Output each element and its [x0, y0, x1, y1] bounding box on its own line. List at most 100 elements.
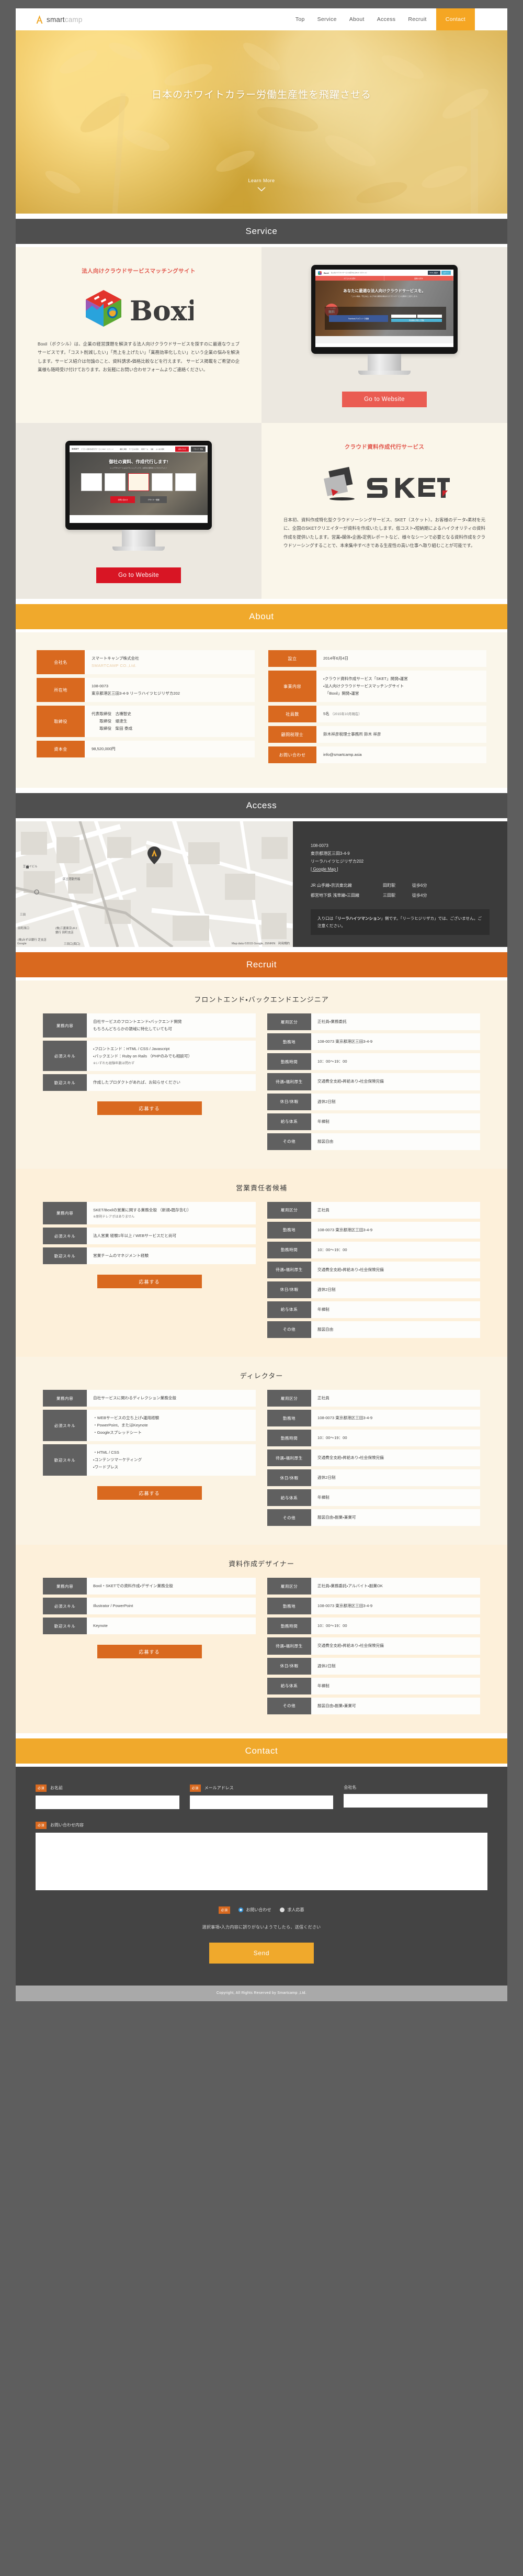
service-visual-sket: SKET クラウド資料作成代行サービス SKET（スケット） 機能と特徴 サービ… — [16, 423, 262, 599]
about-row-contact: お問い合わせ info@smartcamp.asia — [268, 746, 486, 764]
top-spacer — [0, 0, 523, 8]
about-column-left: 会社名 スマートキャンプ株式会社 SMARTCAMP CO.,Ltd. 所在地 … — [37, 650, 255, 767]
access-google-map-link[interactable]: [ Google Map ] — [311, 866, 490, 874]
apply-button[interactable]: 応募する — [97, 1645, 202, 1659]
access-section: 芝ダイビル 区立港勤労福 三田 田町西口 (株)三菱東京UFJ 銀行 田町支店 … — [16, 821, 507, 947]
boxil-screen-hero: あなたに最適な法人向けクラウドサービスを。 「コスト削減」「売上向上」など今ある… — [315, 281, 453, 336]
nav-item-service[interactable]: Service — [311, 8, 343, 30]
access-address-line1: 東京都港区三田3-4-9 — [311, 851, 350, 856]
boxil-logo-icon: Boxil — [86, 290, 194, 327]
job-row-required-skills: 必須スキル ・WEBサービスの立ち上げ・運用経験 ・PowerPoint、または… — [43, 1410, 256, 1442]
job-key: 歓迎スキル — [43, 1444, 87, 1476]
job-value: 自社サービスに関わるディレクション業務全般 — [87, 1389, 256, 1407]
required-badge: 必須 — [189, 1784, 201, 1792]
job-value: 週休2日制 — [311, 1093, 480, 1110]
job-key: その他 — [267, 1509, 311, 1526]
contact-label-text: メールアドレス — [204, 1786, 234, 1791]
svg-text:三田: 三田 — [20, 913, 26, 917]
nav-item-about[interactable]: About — [343, 8, 371, 30]
job-value: 108-0073 東京都港区三田3-4-9 — [311, 1410, 480, 1427]
message-textarea[interactable] — [36, 1832, 487, 1890]
hero-learn-more-label: Learn More — [248, 178, 275, 183]
contact-form: 必須 お名前 必須 メールアドレス 会社名 必須 お問い合わせ内容 必須 お問い… — [16, 1766, 507, 1986]
nav-item-contact[interactable]: Contact — [436, 8, 475, 30]
job-row-required-skills: 必須スキル 法人営業 経験1年以上 / WEBサービスだと尚可 — [43, 1228, 256, 1245]
about-key: 社員数 — [268, 706, 316, 723]
send-button[interactable]: Send — [209, 1942, 314, 1964]
boxil-screen-facebook-button: Facebookアカウントで登録 — [329, 315, 388, 322]
sket-screen-logo: SKET — [72, 448, 79, 450]
radio-button-icon[interactable] — [279, 1908, 285, 1913]
hero-title: 日本のホワイトカラー労働生産性を飛躍させる — [151, 90, 371, 101]
job-value: 正社員 — [311, 1201, 480, 1219]
company-input[interactable] — [344, 1793, 488, 1808]
main-nav: Top Service About Access Recruit Contact — [289, 8, 507, 30]
monitor-screen-sket: SKET クラウド資料作成代行サービス SKET（スケット） 機能と特徴 サービ… — [70, 445, 208, 523]
radio-option-inquiry[interactable]: お問い合わせ — [238, 1907, 271, 1913]
job-value: 服装自由・副業・兼業可 — [311, 1697, 480, 1714]
about-director-0: 代表取締役 古橋智史 — [92, 711, 131, 717]
job-value: SKET/Boxilの営業に関する業務全般 （新規・既存含む） ※原則テレアポは… — [87, 1201, 256, 1225]
name-input[interactable] — [36, 1795, 179, 1809]
email-input[interactable] — [189, 1795, 334, 1809]
job-line: ・コンテンツマーケティング — [93, 1457, 142, 1463]
job-note: ※原則テレアポはありません — [93, 1214, 135, 1219]
job-line: 自社サービスのフロントエンド・バックエンド開発 — [93, 1019, 182, 1024]
svg-text:芝ダイビル: 芝ダイビル — [23, 864, 38, 868]
nav-item-top[interactable]: Top — [289, 8, 311, 30]
boxil-mini-logo-icon — [318, 271, 322, 275]
job-value: ・フロントエンド：HTML / CSS / Javascript ・バックエンド… — [87, 1041, 256, 1071]
section-title-recruit: Recruit — [16, 952, 507, 978]
job-key: 歓迎スキル — [43, 1074, 87, 1091]
job-row-welcome-skills: 歓迎スキル 営業チームのマネジメント経験 — [43, 1247, 256, 1265]
job-key: 雇用区分 — [267, 1013, 311, 1031]
spacer-recruit-contact — [16, 1733, 507, 1738]
job-key: その他 — [267, 1133, 311, 1150]
boxil-screen-logo: Boxil — [324, 271, 329, 274]
service-text-boxil: 法人向けクラウドサービスマッチングサイト Boxi Boxil（ボクシル）は、企… — [16, 247, 262, 423]
job-row-duties: 業務内容 自社サービスのフロントエンド・バックエンド開発 もちろんどちらかの領域… — [43, 1013, 256, 1038]
apply-area: 応募する — [43, 1275, 256, 1289]
radio-button-icon[interactable] — [238, 1908, 243, 1913]
access-note-bold: リーラハイツマンション — [337, 916, 381, 921]
tent-logo-icon — [36, 15, 43, 24]
access-map[interactable]: 芝ダイビル 区立港勤労福 三田 田町西口 (株)三菱東京UFJ 銀行 田町支店 … — [16, 821, 293, 947]
section-title-service: Service — [16, 219, 507, 244]
job-column-right: 雇用区分 正社員・業務委託・アルバイト・副業OK 勤務地 108-0073 東京都港… — [267, 1578, 480, 1717]
hero-learn-more[interactable]: Learn More — [16, 178, 507, 192]
about-business-2: 「Boxil」開発・運営 — [323, 691, 359, 696]
nav-item-recruit[interactable]: Recruit — [402, 8, 433, 30]
service-visual-boxil: Boxil 法人向けクラウドサービスを探すならBoxil（ボクシル） Boxil… — [262, 247, 507, 423]
apply-button[interactable]: 応募する — [97, 1275, 202, 1289]
job-row-duties: 業務内容 Boxil・SKETでの資料作成・デザイン業務全般 — [43, 1578, 256, 1595]
about-business-0: ・クラウド資料作成サービス「SKET」開発・運営 — [323, 676, 408, 682]
job-title: フロントエンド・バックエンドエンジニア — [194, 996, 329, 1004]
map-terms[interactable]: Map data ©2015 Google, ZENRIN 利用規約 — [232, 941, 290, 945]
job-row-location: 勤務地 108-0073 東京都港区三田3-4-9 — [267, 1221, 480, 1239]
apply-button[interactable]: 応募する — [97, 1486, 202, 1500]
about-value: ・クラウド資料作成サービス「SKET」開発・運営 ・法人向けクラウドサービスマッ… — [316, 671, 486, 702]
go-to-website-button-sket[interactable]: Go to Website — [96, 567, 181, 583]
job-line: ・フロントエンド：HTML / CSS / Javascript — [93, 1046, 170, 1052]
radio-option-job-application[interactable]: 求人応募 — [279, 1907, 304, 1913]
access-route-1: 都営地下鉄 浅草線・三田線 三田駅 徒歩4分 — [311, 892, 490, 900]
nav-item-access[interactable]: Access — [371, 8, 402, 30]
monitor-screen-boxil: Boxil 法人向けクラウドサービスを探すならBoxil（ボクシル） Boxil… — [315, 270, 453, 347]
contact-submit-hint: 選択事項・入力内容に誤りがないようでしたら、送信ください — [202, 1924, 321, 1930]
about-value: 2014年6月4日 — [316, 650, 486, 667]
job-key: その他 — [267, 1697, 311, 1714]
apply-button[interactable]: 応募する — [97, 1101, 202, 1116]
about-row-directors: 取締役 代表取締役 古橋智史 取締役 堤達生 取締役 柴田 泰成 — [37, 706, 255, 738]
about-address: 東京都港区三田3-4-9 リーラハイツヒジリザカ202 — [92, 691, 180, 696]
job-value: 108-0073 東京都港区三田3-4-9 — [311, 1033, 480, 1051]
job-key: 勤務時間 — [267, 1430, 311, 1447]
job-key: 雇用区分 — [267, 1201, 311, 1219]
site-logo[interactable]: smartcamp — [16, 8, 83, 30]
go-to-website-button-boxil[interactable]: Go to Website — [342, 392, 427, 407]
job-line: ・バックエンド：Ruby on Rails （PHPのみでも相談可） — [93, 1054, 192, 1059]
job-row-employment-type: 雇用区分 正社員・業務委託・アルバイト・副業OK — [267, 1578, 480, 1595]
job-value: 週休2日制 — [311, 1657, 480, 1675]
about-row-accountant: 顧問税理士 鈴木祥彦税理士事務所 鈴木 祥彦 — [268, 726, 486, 743]
job-value: 108-0073 東京都港区三田3-4-9 — [311, 1221, 480, 1239]
about-key: 資本金 — [37, 741, 85, 758]
